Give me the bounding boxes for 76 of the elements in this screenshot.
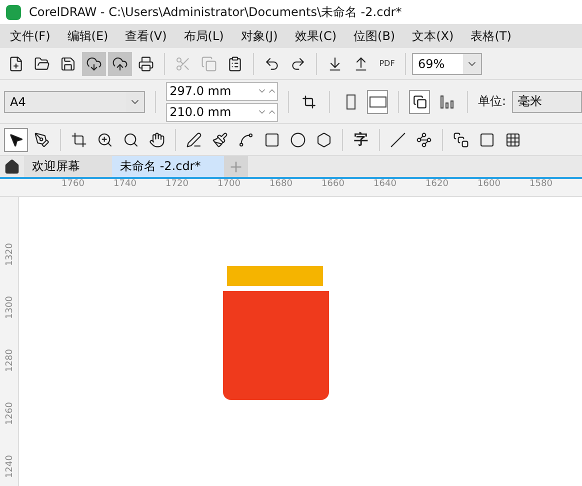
pdf-export-button[interactable]: PDF: [375, 59, 399, 68]
menu-item[interactable]: 效果(C): [294, 28, 337, 44]
unit-label: 单位:: [478, 93, 506, 110]
print-icon: [138, 56, 154, 72]
landscape-button[interactable]: [367, 90, 388, 114]
ruler-label: 1260: [3, 402, 15, 425]
unit-dropdown[interactable]: 毫米: [512, 90, 582, 112]
ruler-label: 1580: [528, 179, 554, 189]
brush-icon: [212, 132, 228, 148]
save-icon: [60, 56, 76, 72]
hand-icon: [149, 132, 165, 148]
ruler-label: 1620: [424, 179, 450, 189]
paper-size-dropdown[interactable]: A4: [4, 90, 145, 112]
pages-icon: [412, 94, 427, 108]
copy-icon: [201, 56, 217, 72]
cloud-download-button[interactable]: [82, 52, 106, 76]
export-icon: [353, 56, 369, 72]
app-logo-icon: [6, 4, 21, 20]
clipboard-icon: [227, 56, 243, 72]
line-icon: [390, 132, 406, 148]
portrait-page-icon: [346, 94, 356, 110]
ruler-label: 1300: [3, 296, 15, 319]
menu-item[interactable]: 表格(T): [470, 28, 512, 44]
ruler-label: 1760: [60, 179, 86, 189]
checkerboard-icon: [505, 132, 521, 148]
cloud-upload-icon: [112, 56, 128, 72]
home-icon: [4, 158, 20, 174]
pointer-icon: [8, 132, 24, 148]
all-pages-button[interactable]: [409, 90, 430, 114]
ruler-label: 1740: [112, 179, 138, 189]
ruler-label: 1280: [3, 349, 15, 372]
width-field[interactable]: 297.0 mm: [166, 82, 278, 100]
menu-item[interactable]: 文本(X): [412, 28, 454, 44]
pen-icon: [186, 132, 202, 148]
redo-icon: [290, 56, 306, 72]
menu-item[interactable]: 编辑(E): [67, 28, 108, 44]
undo-icon: [264, 56, 280, 72]
zoom-icon: [97, 132, 113, 148]
curve-icon: [238, 132, 254, 148]
text-tool-button[interactable]: 字: [349, 128, 373, 152]
ruler-label: 1680: [268, 179, 294, 189]
menu-item[interactable]: 位图(B): [354, 28, 396, 44]
bars-icon: [440, 94, 454, 108]
menu-item[interactable]: 布局(L): [184, 28, 224, 44]
crop-icon: [302, 94, 316, 108]
rectangle-icon: [264, 132, 280, 148]
search-icon: [123, 132, 139, 148]
ruler-label: 1320: [3, 243, 15, 266]
menu-item[interactable]: 对象(J): [240, 28, 278, 44]
document-tab[interactable]: 欢迎屏幕: [24, 156, 112, 177]
pen-nib-icon: [34, 132, 50, 148]
ruler-label: 1640: [372, 179, 398, 189]
crop-icon: [71, 132, 87, 148]
ruler-label: 1700: [216, 179, 242, 189]
menu-item[interactable]: 查看(V): [125, 28, 167, 44]
cloud-upload-button[interactable]: [108, 52, 132, 76]
new-file-icon: [8, 56, 24, 72]
import-icon: [327, 56, 343, 72]
hexagon-icon: [316, 132, 332, 148]
document-tab[interactable]: 未命名 -2.cdr*: [112, 156, 224, 177]
connector-icon: [416, 132, 432, 148]
zoom-field[interactable]: 69%: [412, 52, 482, 74]
ruler-label: 1600: [476, 179, 502, 189]
menu-item[interactable]: 文件(F): [10, 28, 50, 44]
ruler-label: 1240: [3, 455, 15, 478]
ruler-label: 1720: [164, 179, 190, 189]
window-title: CorelDRAW - C:\Users\Administrator\Documents\未命名 -2.cdr*: [29, 4, 402, 20]
ellipse-icon: [290, 132, 306, 148]
pointer-tool-button[interactable]: [4, 128, 28, 152]
ruler-label: 1660: [320, 179, 346, 189]
scissors-icon: [175, 56, 191, 72]
folder-icon: [34, 56, 50, 72]
plus-icon: [228, 158, 244, 174]
landscape-page-icon: [368, 96, 387, 108]
cloud-download-icon: [86, 56, 102, 72]
height-field[interactable]: 210.0 mm: [166, 102, 278, 122]
